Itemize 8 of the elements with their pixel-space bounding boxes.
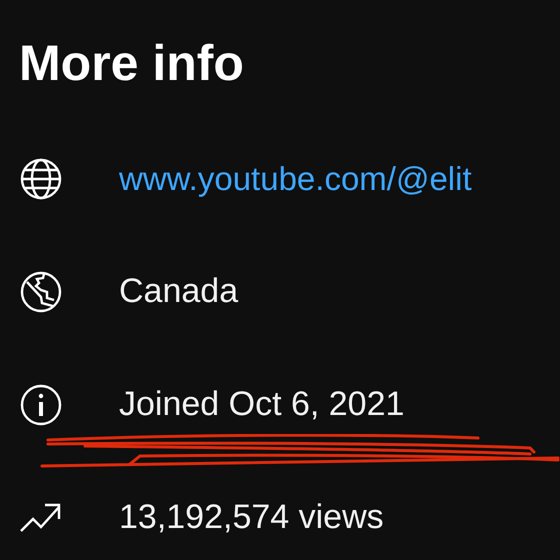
info-text: 13,192,574 views: [119, 498, 384, 537]
info-text: Joined Oct 6, 2021: [119, 385, 404, 424]
globe-icon: [19, 156, 63, 200]
info-text: Canada: [119, 272, 238, 311]
earth-icon: [19, 270, 63, 314]
section-title: More info: [19, 38, 245, 88]
info-icon: [19, 382, 63, 426]
channel-link[interactable]: www.youtube.com/@elit: [119, 160, 472, 198]
